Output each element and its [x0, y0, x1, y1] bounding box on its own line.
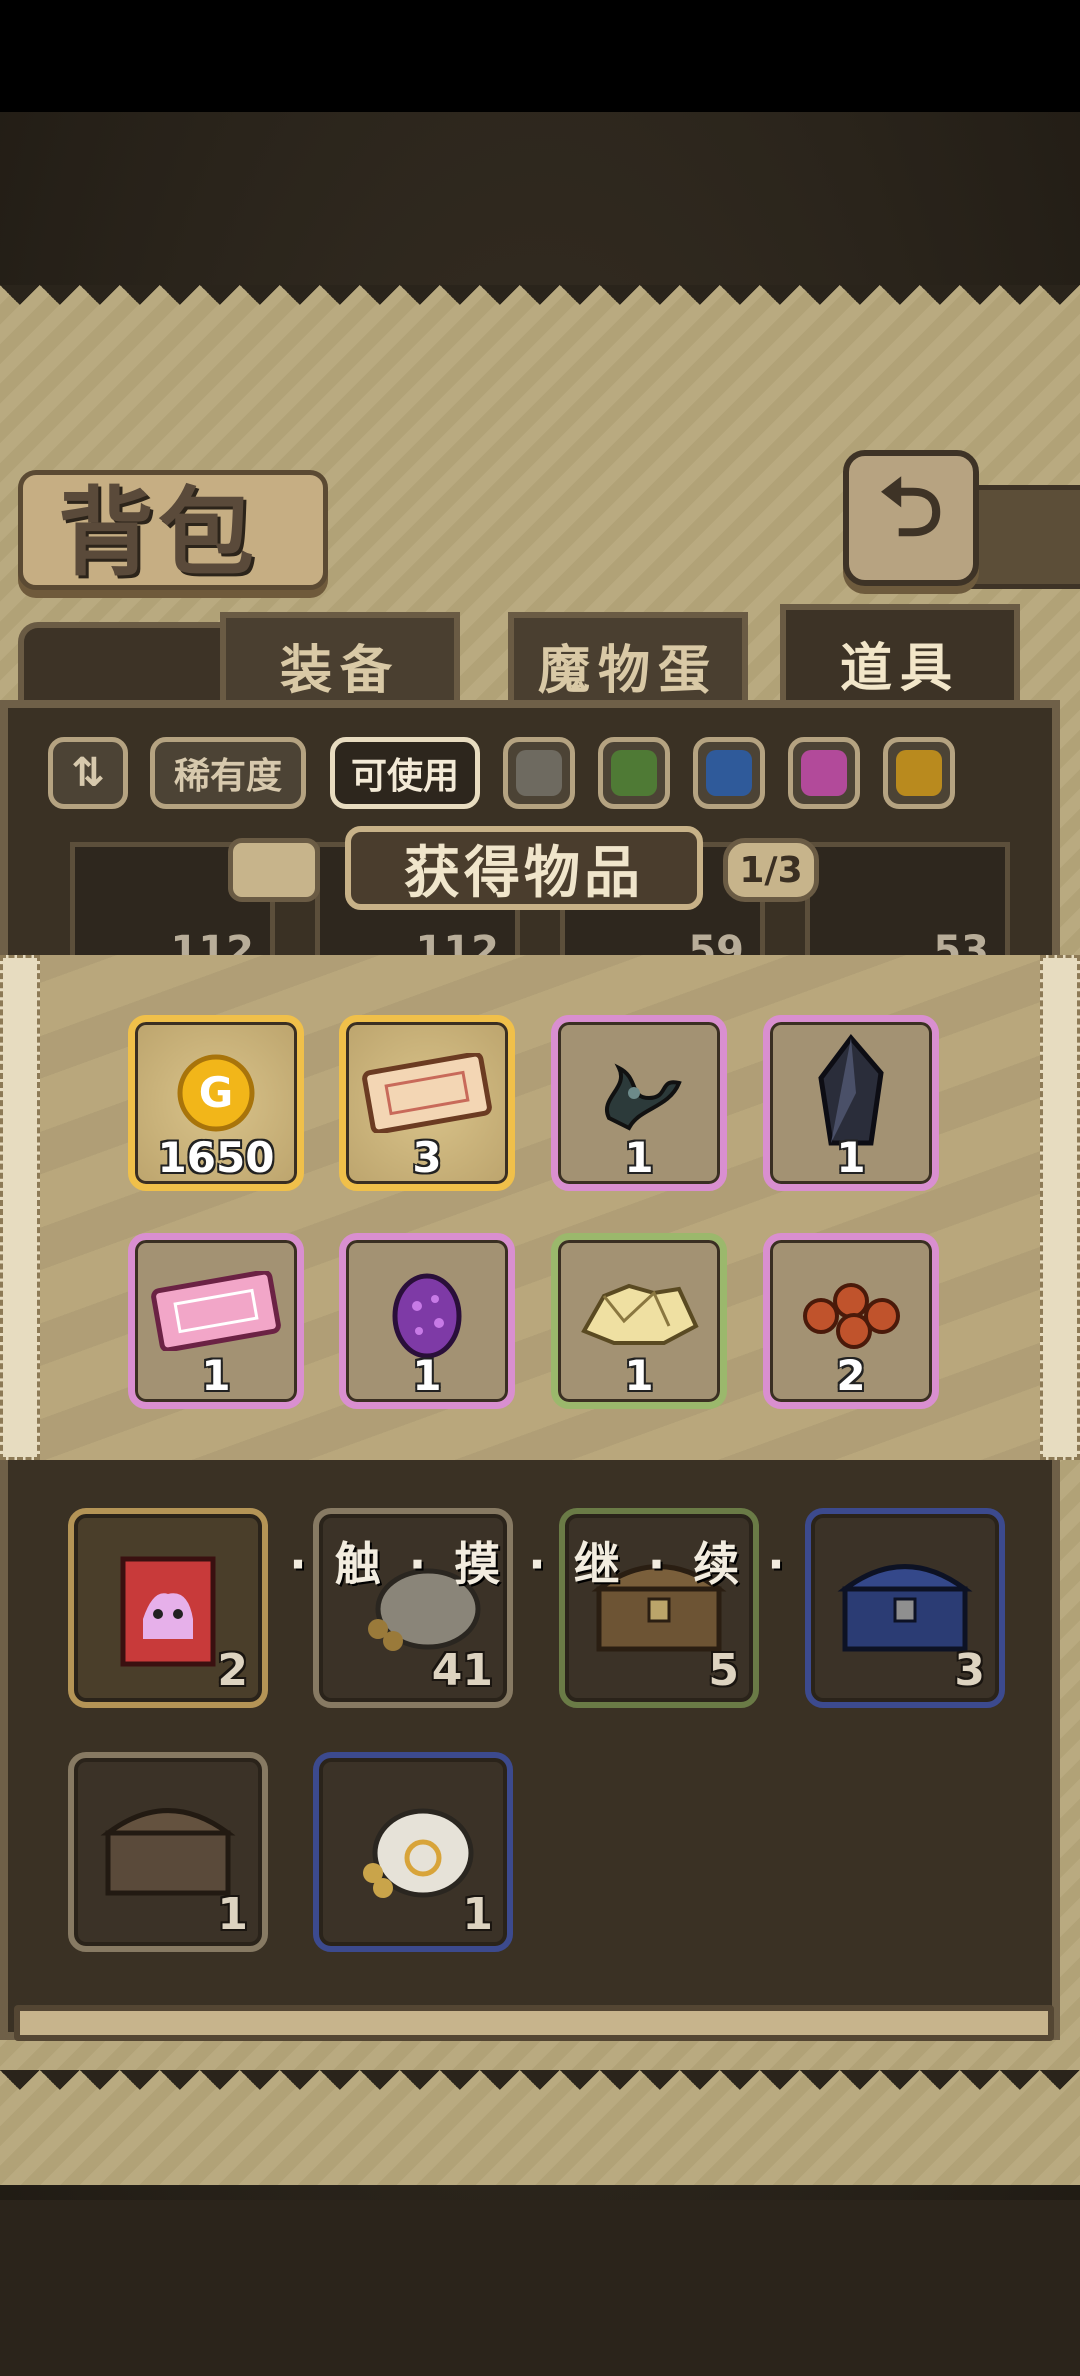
egg-icon — [392, 1273, 462, 1359]
reward-qty: 1650 — [157, 1133, 275, 1182]
inventory-qty: 41 — [431, 1645, 493, 1696]
rarity-green-filter[interactable] — [598, 737, 670, 809]
header-left-pill — [228, 838, 320, 902]
map-edge-top — [0, 285, 1080, 325]
reward-qty: 2 — [836, 1351, 866, 1400]
tab-equipment[interactable]: 装备 — [220, 612, 460, 712]
inventory-qty: 1 — [217, 1889, 248, 1940]
reward-item-dark-tentacle[interactable]: 1 — [551, 1015, 727, 1191]
reward-qty: 1 — [624, 1133, 654, 1182]
pink-ticket-icon — [151, 1271, 281, 1352]
page-title: 背包 — [58, 476, 258, 589]
reward-qty: 1 — [412, 1351, 442, 1400]
reward-item-purple-egg[interactable]: 1 — [339, 1233, 515, 1409]
reward-qty: 1 — [624, 1351, 654, 1400]
inventory-qty: 3 — [954, 1645, 985, 1696]
rarity-gold-filter[interactable] — [883, 737, 955, 809]
reward-item-pink-ticket[interactable]: 1 — [128, 1233, 304, 1409]
rarity-blue-filter[interactable] — [693, 737, 765, 809]
tab-monster-egg[interactable]: 魔物蛋 — [508, 612, 748, 712]
inventory-item-old-chest[interactable]: 1 — [68, 1752, 268, 1952]
reward-qty: 1 — [836, 1133, 866, 1182]
banner-left-edge — [0, 955, 40, 1460]
gold-coin-icon: G — [177, 1054, 255, 1132]
page-indicator: 1/3 — [723, 838, 819, 902]
rarity-purple-filter[interactable] — [788, 737, 860, 809]
tentacle-icon — [605, 1063, 682, 1131]
reward-item-red-berries[interactable]: 2 — [763, 1233, 939, 1409]
ore-icon — [581, 1284, 699, 1346]
old-chest-icon — [100, 1808, 236, 1896]
inventory-qty: 2 — [217, 1645, 248, 1696]
inventory-item-lucky-sack[interactable]: 1 — [313, 1752, 513, 1952]
filter-usable-button[interactable]: 可使用 — [330, 737, 480, 809]
sort-button[interactable]: ⇅ — [48, 737, 128, 809]
ticket-icon — [362, 1053, 492, 1134]
reward-item-dark-crystal[interactable]: 1 — [763, 1015, 939, 1191]
bottom-background — [0, 2200, 1080, 2376]
inventory-bottom-rim — [14, 2005, 1054, 2041]
peek-slot: 53 — [805, 842, 1010, 962]
berries-icon — [803, 1283, 900, 1350]
tap-to-continue[interactable]: · 触 · 摸 · 继 · 续 · — [0, 1528, 1080, 1594]
reward-header: 获得物品 — [345, 826, 703, 910]
reward-item-gold-ore[interactable]: 1 — [551, 1233, 727, 1409]
rarity-gray-filter[interactable] — [503, 737, 575, 809]
svg-text:G: G — [199, 1068, 233, 1117]
reward-item-ticket[interactable]: 3 — [339, 1015, 515, 1191]
back-button[interactable]: ⮌ — [843, 450, 979, 586]
reward-qty: 3 — [412, 1133, 442, 1182]
sort-icon: ⇅ — [71, 750, 105, 796]
reward-qty: 1 — [201, 1351, 231, 1400]
back-button-rail — [965, 485, 1080, 589]
map-edge-bottom — [0, 2070, 1080, 2110]
filter-rarity-button[interactable]: 稀有度 — [150, 737, 306, 809]
reward-item-gold-coin[interactable]: G 1650 — [128, 1015, 304, 1191]
inventory-qty: 1 — [462, 1889, 493, 1940]
back-arrow-icon: ⮌ — [878, 461, 944, 554]
banner-right-edge — [1040, 955, 1080, 1460]
inventory-qty: 5 — [708, 1645, 739, 1696]
